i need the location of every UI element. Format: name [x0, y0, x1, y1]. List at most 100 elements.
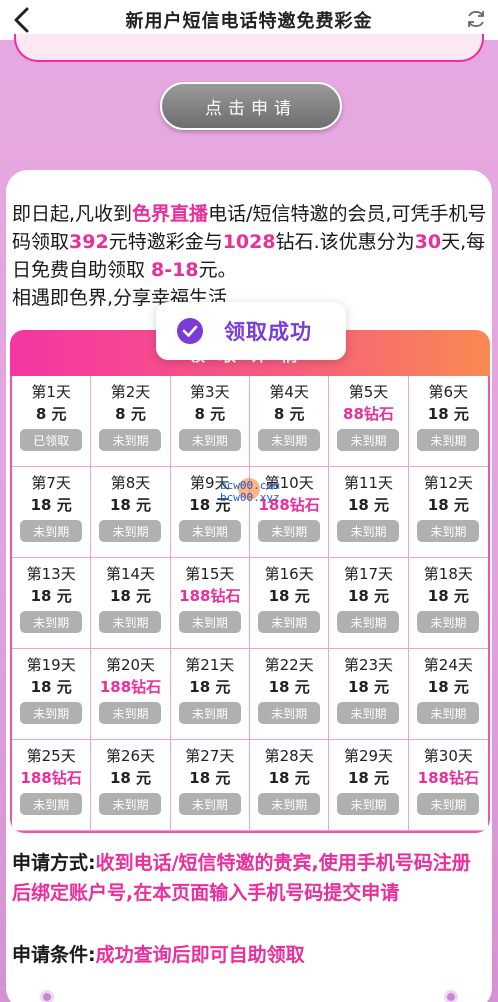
day-status-button[interactable]: 未到期 [99, 702, 162, 724]
day-reward: 18 元 [189, 769, 231, 787]
day-status-button[interactable]: 未到期 [337, 520, 400, 542]
day-status-button[interactable]: 未到期 [417, 429, 480, 451]
day-label: 第3天 [190, 383, 230, 401]
day-cell: 第23天 18 元未到期 [329, 649, 409, 740]
day-label: 第2天 [110, 383, 151, 401]
day-status-button[interactable]: 未到期 [99, 611, 162, 633]
day-reward: 18 元 [347, 587, 390, 605]
day-reward: 18 元 [347, 678, 390, 696]
success-toast: 领取成功 [156, 302, 346, 360]
apply-condition-label: 申请条件: [12, 944, 96, 966]
day-status-button[interactable]: 未到期 [337, 702, 400, 724]
day-reward: 188钻石 [417, 769, 479, 787]
day-cell: 第28天 18 元未到期 [250, 740, 330, 831]
day-reward: 18 元 [109, 587, 152, 605]
day-cell: 第27天 18 元未到期 [170, 740, 250, 831]
watermark: bcw00.com bcw00.xyz [220, 480, 280, 504]
day-reward: 18 元 [30, 587, 72, 605]
day-label: 第12天 [423, 474, 473, 492]
day-reward: 8 元 [35, 405, 67, 423]
day-cell: 第18天 18 元未到期 [408, 558, 488, 649]
day-label: 第24天 [423, 656, 473, 674]
day-status-button[interactable]: 未到期 [337, 793, 400, 815]
day-status-button[interactable]: 未到期 [178, 520, 241, 542]
day-cell: 第4天 8 元未到期 [250, 376, 330, 467]
day-cell: 第22天 18 元未到期 [250, 649, 330, 740]
day-label: 第25天 [26, 747, 76, 765]
day-label: 第1天 [31, 383, 71, 401]
day-label: 第26天 [105, 747, 156, 765]
day-reward: 18 元 [347, 769, 390, 787]
day-status-button[interactable]: 未到期 [417, 793, 480, 815]
day-label: 第20天 [105, 656, 156, 674]
refresh-icon[interactable] [464, 7, 488, 31]
day-status-button[interactable]: 未到期 [258, 520, 321, 542]
page-title: 新用户短信电话特邀免费彩金 [125, 11, 373, 32]
day-cell: 第13天 18 元未到期 [12, 558, 92, 649]
day-status-button[interactable]: 未到期 [99, 520, 162, 542]
day-status-button[interactable]: 未到期 [337, 611, 400, 633]
intro-text-part: 元特邀彩金与 [108, 231, 223, 253]
day-status-button[interactable]: 未到期 [417, 520, 480, 542]
day-reward: 18 元 [427, 496, 469, 514]
apply-method-label: 申请方式: [12, 852, 96, 874]
day-label: 第11天 [343, 474, 394, 492]
intro-text-part: 即日起,凡收到 [12, 203, 133, 225]
day-reward: 18 元 [30, 496, 72, 514]
day-status-button[interactable]: 未到期 [20, 702, 83, 724]
day-status-button[interactable]: 未到期 [417, 702, 480, 724]
day-label: 第7天 [31, 474, 71, 492]
intro-highlight: 1028 [222, 231, 276, 253]
apply-condition-value: 成功查询后即可自助领取 [95, 944, 305, 966]
day-label: 第29天 [343, 747, 394, 765]
day-status-button[interactable]: 未到期 [258, 429, 321, 451]
day-label: 第16天 [264, 565, 314, 583]
day-label: 第14天 [105, 565, 156, 583]
day-cell: 第14天 18 元未到期 [91, 558, 171, 649]
day-reward: 18 元 [30, 678, 72, 696]
day-status-button[interactable]: 未到期 [417, 611, 480, 633]
day-cell: 第17天 18 元未到期 [329, 558, 409, 649]
day-status-button[interactable]: 未到期 [337, 429, 400, 451]
day-status-button[interactable]: 未到期 [20, 611, 83, 633]
watermark-line: bcw00.xyz [220, 491, 280, 504]
day-cell: 第6天 18 元未到期 [408, 376, 488, 467]
apply-button[interactable]: 点击申请 [160, 82, 342, 130]
day-cell: 第15天 188钻石 未到期 [170, 558, 250, 649]
day-label: 第19天 [26, 656, 76, 674]
day-cell: 第7天 18 元未到期 [12, 467, 92, 558]
intro-highlight: 8-18 [151, 259, 199, 281]
day-cell: 第12天 18 元未到期 [408, 467, 488, 558]
intro-highlight: 色界直播 [132, 203, 209, 225]
intro-text: 即日起,凡收到色界直播电话/短信特邀的会员,可凭手机号码领取392元特邀彩金与1… [12, 200, 488, 312]
day-status-button[interactable]: 未到期 [20, 520, 83, 542]
day-status-button[interactable]: 未到期 [99, 793, 162, 815]
day-label: 第8天 [110, 474, 151, 492]
day-reward: 18 元 [109, 496, 152, 514]
day-label: 第27天 [185, 747, 235, 765]
day-reward: 18 元 [347, 496, 390, 514]
day-cell: 第20天 188钻石 未到期 [91, 649, 171, 740]
day-cell: 第16天 18 元未到期 [250, 558, 330, 649]
day-reward: 18 元 [268, 587, 310, 605]
intro-highlight: 392 [69, 231, 109, 253]
day-status-button[interactable]: 已领取 [20, 429, 83, 451]
day-cell: 第29天 18 元未到期 [329, 740, 409, 831]
day-label: 第15天 [185, 565, 235, 583]
day-reward: 8 元 [273, 405, 305, 423]
day-status-button[interactable]: 未到期 [258, 611, 321, 633]
day-status-button[interactable]: 未到期 [178, 702, 241, 724]
day-status-button[interactable]: 未到期 [20, 793, 83, 815]
day-status-button[interactable]: 未到期 [178, 429, 241, 451]
day-status-button[interactable]: 未到期 [178, 793, 241, 815]
day-status-button[interactable]: 未到期 [99, 429, 162, 451]
phone-input-card [14, 34, 484, 62]
day-status-button[interactable]: 未到期 [258, 793, 321, 815]
day-status-button[interactable]: 未到期 [258, 702, 321, 724]
day-cell: 第5天 88钻石 未到期 [329, 376, 409, 467]
back-chevron-icon[interactable] [8, 4, 36, 36]
apply-condition: 申请条件:成功查询后即可自助领取 [12, 940, 488, 970]
day-status-button[interactable]: 未到期 [178, 611, 241, 633]
day-reward: 8 元 [115, 405, 146, 423]
apply-method: 申请方式:收到电话/短信特邀的贵宾,使用手机号码注册后绑定账户号,在本页面输入手… [12, 848, 488, 908]
